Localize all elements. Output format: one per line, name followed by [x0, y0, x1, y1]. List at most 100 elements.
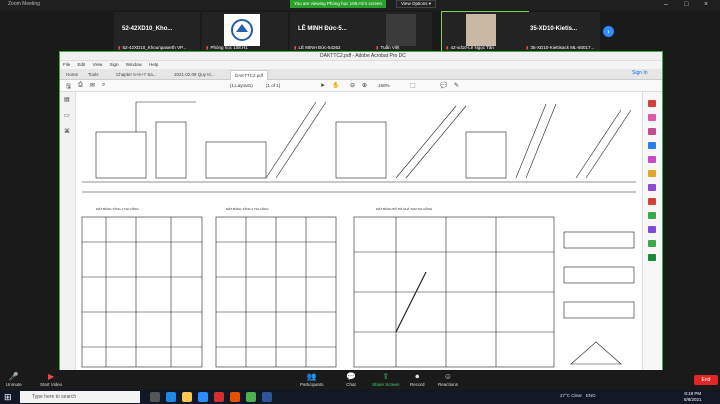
- word-icon[interactable]: [262, 392, 272, 402]
- taskbar-search[interactable]: Type here to search: [20, 391, 140, 403]
- organize-icon[interactable]: [648, 170, 656, 177]
- share-icon: ⇪: [382, 372, 390, 381]
- search-icon[interactable]: ⌕: [102, 82, 105, 89]
- edit-pdf-icon[interactable]: [648, 128, 656, 135]
- menu-window[interactable]: Window: [126, 62, 142, 67]
- task-view-icon[interactable]: [150, 392, 160, 402]
- redact-icon[interactable]: [648, 184, 656, 191]
- participant-tile[interactable]: 52-42XD10_Kho... ▮ 52-42XD10_Khounpaserth…: [114, 12, 200, 54]
- pages-icon[interactable]: ▭: [64, 112, 70, 119]
- save-icon[interactable]: 🖫: [66, 82, 71, 92]
- fill-sign-icon[interactable]: [648, 212, 656, 219]
- participants-icon: 👥: [306, 372, 317, 381]
- system-tray: 27°C Clear ENG: [560, 393, 596, 398]
- mic-muted-icon: ▮: [526, 45, 529, 50]
- zoom-out-icon[interactable]: ⊖: [350, 82, 355, 89]
- print-icon[interactable]: ⎙: [78, 82, 83, 89]
- viewing-banner: You are viewing Phòng học 108.H1's scree…: [290, 0, 386, 8]
- firefox-icon[interactable]: [230, 392, 240, 402]
- acrobat-tabs: Home Tools Chapter 5+6+7 Sa... 2021.02.0…: [60, 69, 662, 80]
- tab-tools[interactable]: Tools: [84, 70, 103, 80]
- acrobat-toolbar: 🖫 ⎙ ✉ ⌕ (1,Layout1) (1 of 1) ➤ ✋ ⊖ ⊕ 150…: [60, 80, 662, 92]
- participant-tile-active[interactable]: ▮ 42-xd10-Lê Ngọc Tân: [441, 11, 529, 55]
- taskbar-clock[interactable]: 8:18 PM 8/8/2021: [684, 391, 702, 403]
- shared-screen: DAKTTC2.pdf - Adobe Acrobat Pro DC File …: [60, 52, 662, 370]
- mic-muted-icon: ▮: [446, 45, 449, 50]
- menu-view[interactable]: View: [93, 62, 103, 67]
- window-title: Zoom Meeting: [8, 1, 40, 7]
- record-button[interactable]: ⏺ Record: [410, 372, 425, 387]
- hand-icon[interactable]: ✋: [332, 82, 339, 89]
- chrome-icon[interactable]: [246, 392, 256, 402]
- reactions-button[interactable]: ☺ Reactions: [438, 372, 458, 387]
- edge-icon[interactable]: [166, 392, 176, 402]
- school-logo: [224, 14, 260, 46]
- scan-icon[interactable]: [648, 254, 656, 261]
- zoom-level[interactable]: 150%: [378, 83, 390, 88]
- participant-video: [466, 14, 496, 46]
- clock-date: 8/8/2021: [684, 397, 702, 402]
- select-cursor-icon[interactable]: ➤: [320, 82, 325, 89]
- page-count: (1 of 1): [266, 83, 281, 88]
- sign-in-link[interactable]: Sign In: [632, 70, 648, 76]
- acrobat-menu-bar: File Edit View Sign Window Help: [60, 61, 662, 69]
- chat-button[interactable]: 💬 Chat: [346, 372, 356, 387]
- unmute-button[interactable]: 🎤 Unmute: [6, 372, 22, 387]
- windows-taskbar: ⊞ Type here to search 27°C Clear ENG 8:1…: [0, 390, 720, 404]
- explorer-icon[interactable]: [182, 392, 192, 402]
- protect-icon[interactable]: [648, 198, 656, 205]
- send-icon[interactable]: [648, 226, 656, 233]
- start-video-button[interactable]: ▶ Start Video: [40, 372, 62, 387]
- cad-drawing: MẶT BẰNG TẦNG 1 THI CÔNG MẶT BẰNG TẦNG 2…: [76, 92, 642, 370]
- participant-tile[interactable]: ▮ Tuấn Việt: [372, 12, 432, 54]
- view-options-button[interactable]: View Options ▾: [396, 0, 436, 8]
- tab-dakttc2[interactable]: DAKTTC2.pdf: [230, 70, 269, 80]
- mic-muted-icon: ▮: [376, 45, 379, 50]
- drawing-label-2: MẶT BẰNG TẦNG 2 THI CÔNG: [226, 206, 269, 211]
- menu-edit[interactable]: Edit: [78, 62, 86, 67]
- language-indicator: ENG: [585, 393, 596, 398]
- maximize-icon[interactable]: □: [684, 1, 688, 8]
- pen-icon[interactable]: ✎: [454, 82, 459, 89]
- tab-quy-trinh[interactable]: 2021.02.08 Quy tri...: [170, 70, 219, 80]
- mic-muted-icon: ▮: [294, 45, 297, 50]
- drawing-label-3: MẶT BẰNG BỐ TRÍ NHÀ TẠM THI CÔNG: [376, 206, 433, 211]
- mic-muted-icon: ▮: [118, 45, 121, 50]
- chat-icon: 💬: [346, 372, 356, 381]
- participant-tile[interactable]: 35-XD10-Kietis... ▮ 35-XD10-Kiettisack ML…: [522, 12, 600, 54]
- more-tools-icon[interactable]: [648, 240, 656, 247]
- acrobat-icon[interactable]: [214, 392, 224, 402]
- zoom-in-icon[interactable]: ⊕: [362, 82, 367, 89]
- windows-start-icon[interactable]: ⊞: [4, 392, 12, 403]
- fit-icon[interactable]: ⬚: [410, 82, 416, 89]
- left-nav-rail: ▤ ▭ ⌘: [60, 92, 76, 370]
- bookmark-icon[interactable]: ▤: [64, 96, 70, 103]
- mic-muted-icon: 🎤: [8, 372, 19, 381]
- participant-video: [386, 14, 416, 46]
- zoom-app-icon[interactable]: [198, 392, 208, 402]
- menu-help[interactable]: Help: [149, 62, 158, 67]
- share-screen-button[interactable]: ⇪ Share Screen: [372, 372, 400, 387]
- end-meeting-button[interactable]: End: [694, 375, 718, 385]
- participant-tile[interactable]: LÊ MINH Đức-5... ▮ LÊ MINH Đức-54262: [290, 12, 376, 54]
- participant-tile[interactable]: ▮ Phòng học 108.H1: [202, 12, 288, 54]
- menu-sign[interactable]: Sign: [110, 62, 119, 67]
- tab-home[interactable]: Home: [62, 70, 82, 80]
- weather-text: 27°C Clear: [560, 393, 583, 398]
- right-tools-rail: [642, 92, 662, 370]
- next-page-icon[interactable]: ›: [603, 26, 614, 37]
- comment-icon[interactable]: 💬: [440, 82, 447, 89]
- attachment-icon[interactable]: ⌘: [64, 128, 70, 135]
- tab-chapter[interactable]: Chapter 5+6+7 Sa...: [112, 70, 161, 80]
- menu-file[interactable]: File: [63, 62, 70, 67]
- close-icon[interactable]: ×: [704, 1, 708, 8]
- comment-tool-icon[interactable]: [648, 142, 656, 149]
- mail-icon[interactable]: ✉: [90, 82, 95, 89]
- participants-button[interactable]: 👥 Participants: [300, 372, 324, 387]
- page-field[interactable]: (1,Layout1): [230, 83, 253, 88]
- export-pdf-icon[interactable]: [648, 100, 656, 107]
- create-pdf-icon[interactable]: [648, 114, 656, 121]
- minimize-icon[interactable]: –: [664, 1, 668, 8]
- combine-icon[interactable]: [648, 156, 656, 163]
- drawing-label-1: MẶT BẰNG TẦNG 1 THI CÔNG: [96, 206, 139, 211]
